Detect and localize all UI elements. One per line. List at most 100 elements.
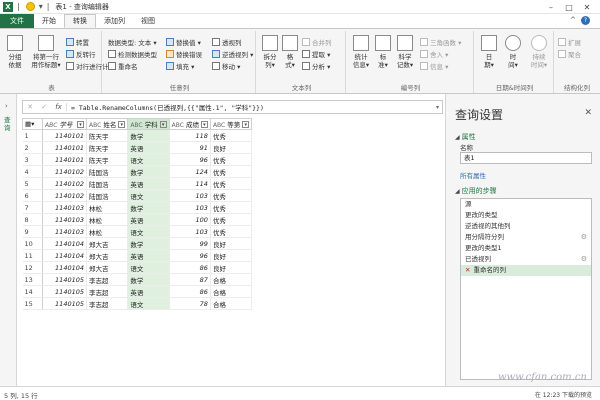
cell-score[interactable]: 99 <box>169 237 211 250</box>
expand-button[interactable]: 扩展 <box>558 37 581 47</box>
table-row[interactable]: 14 1140105 李志超 英语 86 合格 <box>22 285 253 298</box>
split-column-button[interactable]: 拆分 列▾ <box>260 35 280 69</box>
step-settings-gear-icon[interactable]: ⚙ <box>581 254 587 265</box>
step-settings-gear-icon[interactable]: ⚙ <box>581 232 587 243</box>
expand-queries-icon[interactable]: › <box>5 102 8 110</box>
cell-grade[interactable]: 良好 <box>210 249 253 262</box>
cell-name[interactable]: 陆国浩 <box>86 165 129 178</box>
date-button[interactable]: 日 期▾ <box>480 35 498 69</box>
cell-score[interactable]: 118 <box>169 129 211 142</box>
cell-subject[interactable]: 英语 <box>127 285 170 298</box>
expand-formula-icon[interactable]: ▾ <box>436 104 439 111</box>
cell-score[interactable]: 86 <box>169 261 211 274</box>
info-button[interactable]: 信息 ▾ <box>420 61 448 71</box>
cell-name[interactable]: 陆国浩 <box>86 177 129 190</box>
cell-name[interactable]: 林松 <box>86 201 129 214</box>
cell-grade[interactable]: 合格 <box>210 285 253 298</box>
cell-grade[interactable]: 优秀 <box>210 213 253 226</box>
table-row[interactable]: 15 1140105 李志超 语文 78 合格 <box>22 297 253 310</box>
cell-name[interactable]: 郑大吉 <box>86 237 129 250</box>
cell-student-id[interactable]: 1140103 <box>42 225 87 238</box>
format-button[interactable]: 格 式▾ <box>282 35 298 69</box>
pivot-button[interactable]: 透视列 <box>212 37 242 47</box>
cell-score[interactable]: 87 <box>169 273 211 286</box>
column-header[interactable]: ABC 姓名 ▾ <box>85 118 129 130</box>
feedback-smiley-icon[interactable] <box>25 2 35 11</box>
cell-grade[interactable]: 良好 <box>210 261 253 274</box>
close-button[interactable]: ✕ <box>578 3 596 12</box>
column-header[interactable]: ABC 学科 ▾ <box>127 118 170 130</box>
merge-columns-button[interactable]: 合并列 <box>302 37 332 47</box>
table-row[interactable]: 8 1140103 林松 英语 100 优秀 <box>22 213 253 226</box>
cell-grade[interactable]: 优秀 <box>210 177 253 190</box>
applied-steps-section-header[interactable]: ◢ 应用的步骤 <box>455 186 497 196</box>
column-header[interactable]: ABC 成绩 ▾ <box>168 118 211 130</box>
duration-button[interactable]: 持续 时间▾ <box>528 35 550 69</box>
table-row[interactable]: 13 1140105 李志超 数学 87 合格 <box>22 273 253 286</box>
cell-subject[interactable]: 语文 <box>127 225 170 238</box>
cell-name[interactable]: 李志超 <box>86 285 129 298</box>
cell-subject[interactable]: 语文 <box>127 189 170 202</box>
cell-subject[interactable]: 数学 <box>127 165 170 178</box>
time-button[interactable]: 时 间▾ <box>504 35 522 69</box>
table-row[interactable]: 5 1140102 陆国浩 英语 114 优秀 <box>22 177 253 190</box>
statistics-button[interactable]: 统计 信息▾ <box>350 35 372 69</box>
fx-icon[interactable]: fx <box>51 103 67 111</box>
cell-subject[interactable]: 英语 <box>127 177 170 190</box>
cell-grade[interactable]: 优秀 <box>210 165 253 178</box>
tab-file[interactable]: 文件 <box>0 14 34 28</box>
cell-student-id[interactable]: 1140105 <box>42 273 87 286</box>
cell-grade[interactable]: 优秀 <box>210 189 253 202</box>
column-header[interactable]: ABC 等第 ▾ <box>209 118 253 130</box>
cell-subject[interactable]: 语文 <box>127 297 170 310</box>
replace-values-button[interactable]: 替换值 ▾ <box>166 37 201 47</box>
cell-subject[interactable]: 英语 <box>127 213 170 226</box>
standard-button[interactable]: 标 准▾ <box>374 35 392 69</box>
cell-name[interactable]: 陈天宇 <box>86 153 129 166</box>
cell-name[interactable]: 陈天宇 <box>86 141 129 154</box>
tab-home[interactable]: 开始 <box>34 14 64 28</box>
applied-step-item[interactable]: 已透视列 ⚙ <box>461 254 591 265</box>
replace-errors-button[interactable]: 替换错误 <box>166 49 202 59</box>
cell-student-id[interactable]: 1140104 <box>42 249 87 262</box>
cell-subject[interactable]: 英语 <box>127 141 170 154</box>
filter-dropdown-icon[interactable]: ▾ <box>77 120 84 128</box>
cell-score[interactable]: 124 <box>169 165 211 178</box>
tab-transform[interactable]: 转换 <box>64 14 96 28</box>
aggregate-button[interactable]: 聚合 <box>558 49 581 59</box>
reverse-rows-button[interactable]: 反转行 <box>66 49 96 59</box>
cell-name[interactable]: 李志超 <box>86 273 129 286</box>
help-icon[interactable]: ? <box>581 16 590 25</box>
filter-dropdown-icon[interactable]: ▾ <box>159 120 167 128</box>
rename-button[interactable]: 重命名 <box>108 61 138 71</box>
extract-button[interactable]: 提取 ▾ <box>302 49 330 59</box>
cell-score[interactable]: 96 <box>169 249 211 262</box>
cell-subject[interactable]: 数学 <box>127 129 170 142</box>
table-row[interactable]: 6 1140102 陆国浩 语文 103 优秀 <box>22 189 253 202</box>
cell-student-id[interactable]: 1140101 <box>42 141 87 154</box>
cell-grade[interactable]: 良好 <box>210 141 253 154</box>
cell-score[interactable]: 114 <box>169 177 211 190</box>
data-type-dropdown[interactable]: 数据类型: 文本 ▾ <box>108 37 157 47</box>
tab-view[interactable]: 视图 <box>133 14 163 28</box>
applied-step-item[interactable]: ✕ 重命名的列 <box>461 265 591 276</box>
parse-button[interactable]: 分析 ▾ <box>302 61 330 71</box>
cell-score[interactable]: 100 <box>169 213 211 226</box>
applied-step-item[interactable]: 用分隔符分列 ⚙ <box>461 232 591 243</box>
cell-student-id[interactable]: 1140104 <box>42 261 87 274</box>
maximize-button[interactable]: □ <box>560 3 578 12</box>
all-properties-link[interactable]: 所有属性 <box>460 170 486 180</box>
cell-student-id[interactable]: 1140101 <box>42 153 87 166</box>
quick-access-dropdown-icon[interactable]: ▾ <box>39 2 43 11</box>
filter-dropdown-icon[interactable]: ▾ <box>242 120 250 128</box>
applied-step-item[interactable]: 源 <box>461 199 591 210</box>
cell-student-id[interactable]: 1140104 <box>42 237 87 250</box>
cell-subject[interactable]: 语文 <box>127 153 170 166</box>
delete-step-icon[interactable]: ✕ <box>465 266 470 274</box>
column-header[interactable]: ABC 学号 ▾ <box>42 118 87 130</box>
table-corner-button[interactable]: ▦▾ <box>22 118 43 130</box>
cell-score[interactable]: 78 <box>169 297 211 310</box>
table-row[interactable]: 3 1140101 陈天宇 语文 96 优秀 <box>22 153 253 166</box>
cell-name[interactable]: 郑大吉 <box>86 249 129 262</box>
query-name-input[interactable]: 表1 <box>460 152 592 164</box>
